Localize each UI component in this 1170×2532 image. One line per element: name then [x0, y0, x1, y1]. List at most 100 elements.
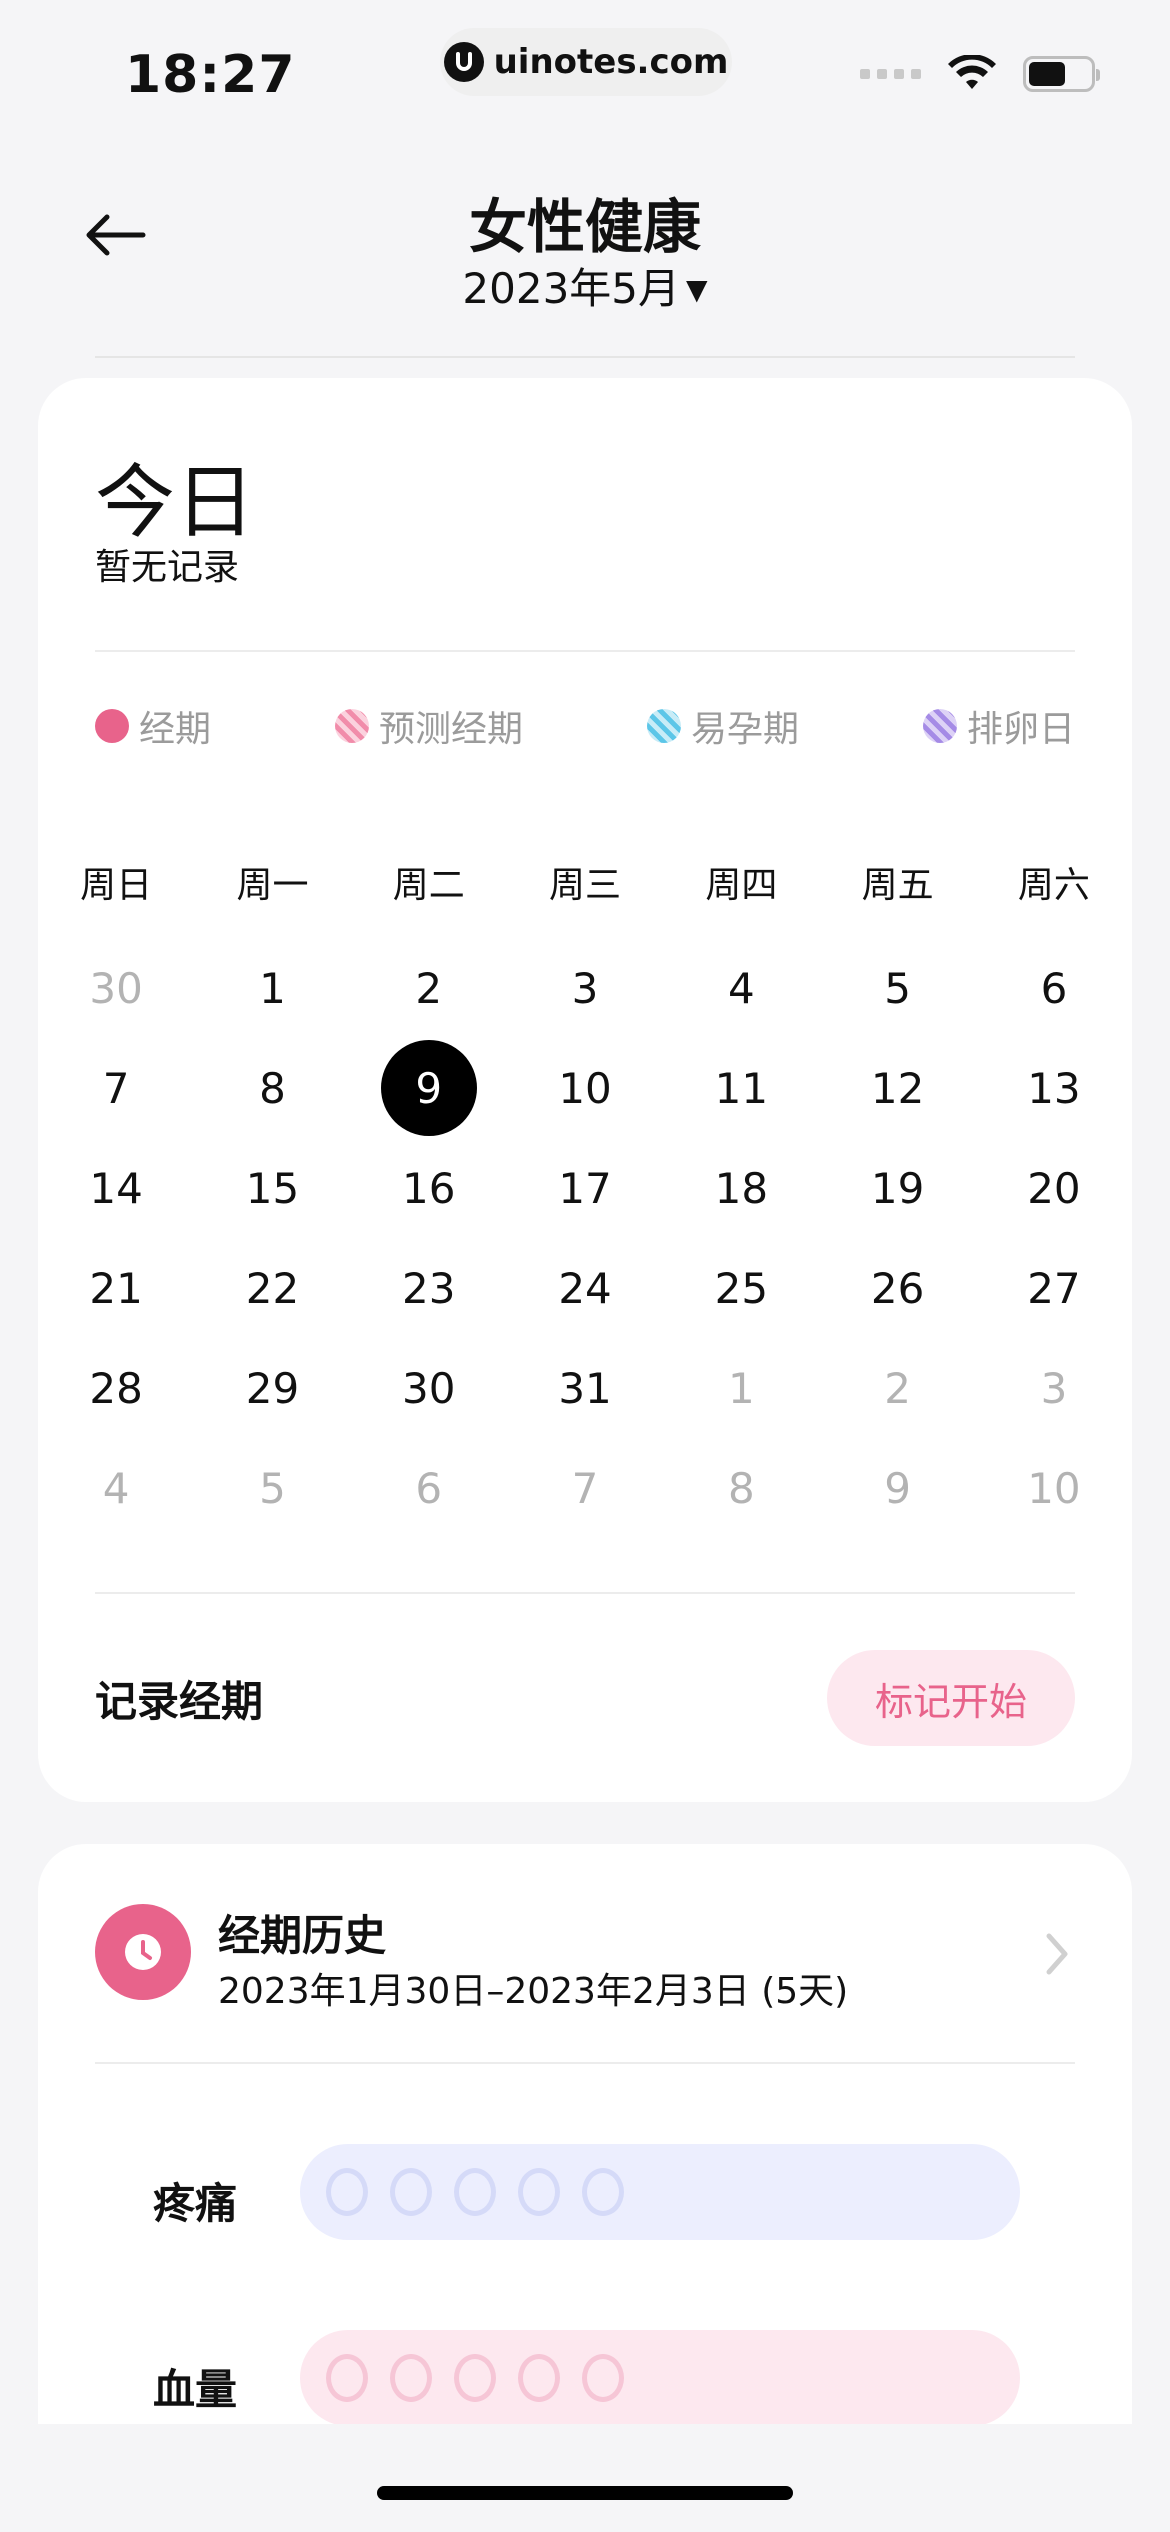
- status-time: 18:27: [125, 45, 296, 105]
- calendar-day-selected[interactable]: 9: [351, 1038, 507, 1138]
- calendar-day[interactable]: 3: [976, 1338, 1132, 1438]
- flow-level-4[interactable]: [518, 2354, 560, 2402]
- flow-level-1[interactable]: [326, 2354, 368, 2402]
- calendar-day[interactable]: 7: [38, 1038, 194, 1138]
- calendar-day[interactable]: 27: [976, 1238, 1132, 1338]
- calendar-day[interactable]: 10: [976, 1438, 1132, 1538]
- pain-level-5[interactable]: [582, 2168, 624, 2216]
- bottom-area: [0, 2424, 1170, 2532]
- period-dot-icon: [95, 709, 129, 743]
- calendar-day[interactable]: 12: [819, 1038, 975, 1138]
- calendar-day[interactable]: 18: [663, 1138, 819, 1238]
- calendar-day[interactable]: 31: [507, 1338, 663, 1438]
- calendar-day[interactable]: 6: [976, 938, 1132, 1038]
- history-range: 2023年1月30日–2023年2月3日 (5天): [218, 1971, 849, 2012]
- calendar-day[interactable]: 2: [819, 1338, 975, 1438]
- weekday: 周五: [861, 865, 934, 906]
- calendar-day[interactable]: 10: [507, 1038, 663, 1138]
- divider: [95, 1592, 1075, 1594]
- weekday: 周日: [80, 865, 153, 906]
- calendar-day[interactable]: 24: [507, 1238, 663, 1338]
- calendar-day[interactable]: 25: [663, 1238, 819, 1338]
- calendar-day[interactable]: 29: [194, 1338, 350, 1438]
- url-pill[interactable]: uinotes.com: [440, 28, 732, 96]
- calendar-day[interactable]: 30: [38, 938, 194, 1038]
- legend-ovulation: 排卵日: [922, 700, 1075, 752]
- calendar-day[interactable]: 1: [194, 938, 350, 1038]
- mark-start-button[interactable]: 标记开始: [827, 1650, 1075, 1746]
- month-selector[interactable]: 2023年5月 ▼: [0, 255, 1170, 316]
- calendar-day[interactable]: 30: [351, 1338, 507, 1438]
- month-label: 2023年5月: [462, 264, 681, 313]
- calendar-day[interactable]: 20: [976, 1138, 1132, 1238]
- calendar-day[interactable]: 26: [819, 1238, 975, 1338]
- flow-rating[interactable]: [300, 2330, 1020, 2426]
- ovulation-dot-icon: [922, 709, 957, 743]
- legend: 经期 预测经期 易孕期 排卵日: [95, 700, 1075, 752]
- calendar-day[interactable]: 5: [194, 1438, 350, 1538]
- caret-down-icon: ▼: [686, 273, 708, 306]
- calendar-day[interactable]: 9: [819, 1438, 975, 1538]
- calendar-day[interactable]: 19: [819, 1138, 975, 1238]
- calendar-day[interactable]: 17: [507, 1138, 663, 1238]
- flow-level-2[interactable]: [390, 2354, 432, 2402]
- legend-fertile: 易孕期: [646, 700, 799, 752]
- calendar-day[interactable]: 16: [351, 1138, 507, 1238]
- header-divider: [95, 356, 1075, 358]
- wifi-icon: [948, 55, 996, 89]
- calendar-day[interactable]: 4: [38, 1438, 194, 1538]
- legend-period: 经期: [95, 700, 211, 752]
- url-text: uinotes.com: [493, 42, 729, 82]
- today-title: 今日: [95, 456, 255, 549]
- calendar-day[interactable]: 7: [507, 1438, 663, 1538]
- calendar-day[interactable]: 28: [38, 1338, 194, 1438]
- pain-label: 疼痛: [153, 2179, 238, 2228]
- clock-icon: [95, 1904, 191, 2000]
- app-header: 女性健康 2023年5月 ▼: [0, 160, 1170, 360]
- pain-rating[interactable]: [300, 2144, 1020, 2240]
- page-title: 女性健康: [468, 193, 701, 261]
- calendar-day[interactable]: 6: [351, 1438, 507, 1538]
- chevron-right-icon[interactable]: [1037, 1924, 1077, 1984]
- calendar-day[interactable]: 5: [819, 938, 975, 1038]
- calendar-day[interactable]: 23: [351, 1238, 507, 1338]
- weekday: 周四: [705, 865, 778, 906]
- pain-level-4[interactable]: [518, 2168, 560, 2216]
- weekday-header: 周日 周一 周二 周三 周四 周五 周六: [38, 856, 1132, 908]
- status-bar: 18:27 uinotes.com: [0, 0, 1170, 140]
- calendar-day[interactable]: 3: [507, 938, 663, 1038]
- calendar-day[interactable]: 13: [976, 1038, 1132, 1138]
- pain-level-3[interactable]: [454, 2168, 496, 2216]
- history-card: 经期历史 2023年1月30日–2023年2月3日 (5天) 疼痛 血量: [38, 1844, 1132, 2444]
- calendar-day[interactable]: 1: [663, 1338, 819, 1438]
- weekday: 周三: [549, 865, 622, 906]
- calendar-day[interactable]: 8: [194, 1038, 350, 1138]
- flow-label: 血量: [153, 2365, 238, 2414]
- history-title: 经期历史: [218, 1911, 387, 1960]
- calendar-day[interactable]: 2: [351, 938, 507, 1038]
- battery-icon: [1023, 56, 1100, 92]
- signal-icon: [860, 69, 921, 79]
- calendar-card: 今日 暂无记录 经期 预测经期 易孕期 排卵日 周日 周一 周二 周三 周四 周…: [38, 378, 1132, 1802]
- pain-level-2[interactable]: [390, 2168, 432, 2216]
- calendar-day[interactable]: 8: [663, 1438, 819, 1538]
- calendar-day[interactable]: 15: [194, 1138, 350, 1238]
- calendar-grid: 30 1 2 3 4 5 6 7 8 9 10 11 12 13 14 15 16 17 18 19 20 21 22 23 2…: [38, 938, 1132, 1538]
- site-logo-icon: [443, 42, 484, 82]
- calendar-day[interactable]: 4: [663, 938, 819, 1038]
- home-indicator[interactable]: [377, 2486, 793, 2500]
- predicted-dot-icon: [334, 709, 369, 743]
- pain-level-1[interactable]: [326, 2168, 368, 2216]
- weekday: 周六: [1017, 865, 1090, 906]
- calendar-day[interactable]: 11: [663, 1038, 819, 1138]
- fertile-dot-icon: [646, 709, 681, 743]
- calendar-day[interactable]: 21: [38, 1238, 194, 1338]
- calendar-day[interactable]: 22: [194, 1238, 350, 1338]
- weekday: 周二: [392, 865, 465, 906]
- calendar-day[interactable]: 14: [38, 1138, 194, 1238]
- flow-level-3[interactable]: [454, 2354, 496, 2402]
- record-period-label: 记录经期: [95, 1677, 264, 1726]
- flow-level-5[interactable]: [582, 2354, 624, 2402]
- today-subtitle: 暂无记录: [95, 547, 240, 588]
- divider: [95, 2062, 1075, 2064]
